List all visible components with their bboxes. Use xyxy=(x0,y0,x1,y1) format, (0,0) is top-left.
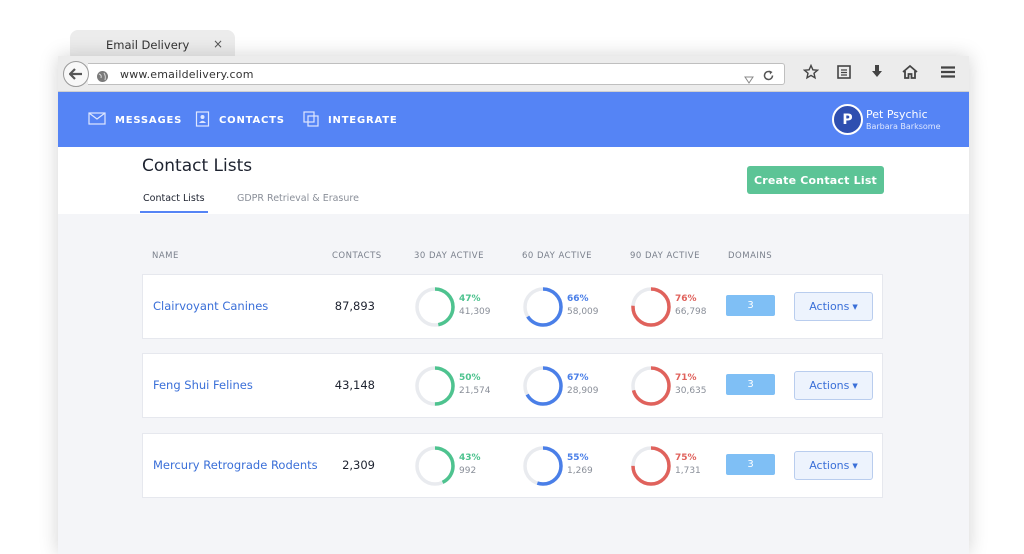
count-60-day: 28,909 xyxy=(567,386,599,396)
app-header: MESSAGES CONTACTS INTEGRATE P Pet Psychi… xyxy=(58,92,969,147)
ring-90-day xyxy=(631,287,671,327)
menu-icon[interactable] xyxy=(940,64,956,84)
ring-60-day xyxy=(523,446,563,486)
nav-integrate-label: INTEGRATE xyxy=(328,114,398,126)
ring-30-day xyxy=(415,446,455,486)
count-90-day: 30,635 xyxy=(675,386,707,396)
account-name[interactable]: Pet Psychic xyxy=(866,108,928,121)
actions-dropdown-button[interactable]: Actions ▼ xyxy=(794,292,873,321)
domains-badge[interactable]: 3 xyxy=(726,454,775,475)
reader-list-icon[interactable] xyxy=(836,64,852,84)
header-name: NAME xyxy=(152,251,179,261)
pct-30-day: 47% xyxy=(459,294,481,304)
home-icon[interactable] xyxy=(902,64,918,84)
count-30-day: 21,574 xyxy=(459,386,491,396)
nav-messages[interactable]: MESSAGES xyxy=(88,112,182,128)
envelope-icon xyxy=(88,112,115,128)
header-domains: DOMAINS xyxy=(728,251,773,261)
header-60-day: 60 DAY ACTIVE xyxy=(522,251,592,261)
ring-90-day xyxy=(631,366,671,406)
browser-window: www.emaildelivery.com MESSAGES CONTACTS … xyxy=(58,56,969,554)
pct-30-day: 50% xyxy=(459,373,481,383)
pct-90-day: 71% xyxy=(675,373,697,383)
actions-label: Actions xyxy=(809,379,850,392)
header-contacts: CONTACTS xyxy=(332,251,382,261)
count-60-day: 58,009 xyxy=(567,307,599,317)
actions-dropdown-button[interactable]: Actions ▼ xyxy=(794,371,873,400)
caret-down-icon: ▼ xyxy=(852,381,858,390)
reload-icon[interactable] xyxy=(762,67,775,86)
nav-messages-label: MESSAGES xyxy=(115,114,183,126)
url-text[interactable]: www.emaildelivery.com xyxy=(120,68,254,81)
contact-book-icon xyxy=(195,110,219,130)
domains-badge[interactable]: 3 xyxy=(726,295,775,316)
integrate-icon xyxy=(303,110,328,130)
pct-90-day: 75% xyxy=(675,453,697,463)
ring-60-day xyxy=(523,366,563,406)
contacts-count: 87,893 xyxy=(334,299,375,313)
count-60-day: 1,269 xyxy=(567,466,593,476)
header-30-day: 30 DAY ACTIVE xyxy=(414,251,484,261)
table-row: Clairvoyant Canines 87,893 47% 41,309 66… xyxy=(142,274,883,339)
count-90-day: 66,798 xyxy=(675,307,707,317)
page-title: Contact Lists xyxy=(142,156,253,176)
download-icon[interactable] xyxy=(869,64,885,84)
nav-contacts[interactable]: CONTACTS xyxy=(195,110,285,130)
caret-down-icon: ▼ xyxy=(852,461,858,470)
actions-label: Actions xyxy=(809,300,850,313)
star-icon[interactable] xyxy=(802,63,820,84)
browser-tab-title: Email Delivery xyxy=(106,38,190,52)
tab-gdpr[interactable]: GDPR Retrieval & Erasure xyxy=(237,193,359,204)
ring-60-day xyxy=(523,287,563,327)
active-tab-indicator xyxy=(140,211,208,213)
back-arrow-icon xyxy=(68,65,83,84)
contacts-count: 43,148 xyxy=(334,378,375,392)
header-90-day: 90 DAY ACTIVE xyxy=(630,251,700,261)
globe-icon xyxy=(96,68,109,87)
count-30-day: 41,309 xyxy=(459,307,491,317)
domains-badge[interactable]: 3 xyxy=(726,374,775,395)
table-row: Mercury Retrograde Rodents 2,309 43% 992… xyxy=(142,433,883,498)
contact-list-name[interactable]: Mercury Retrograde Rodents xyxy=(153,458,318,472)
actions-label: Actions xyxy=(809,459,850,472)
browser-toolbar: www.emaildelivery.com xyxy=(58,56,969,92)
url-dropdown-icon[interactable] xyxy=(744,69,754,88)
contacts-count: 2,309 xyxy=(342,458,375,472)
back-button[interactable] xyxy=(63,61,89,87)
nav-integrate[interactable]: INTEGRATE xyxy=(303,110,398,130)
caret-down-icon: ▼ xyxy=(852,302,858,311)
table-row: Feng Shui Felines 43,148 50% 21,574 67% … xyxy=(142,353,883,418)
actions-dropdown-button[interactable]: Actions ▼ xyxy=(794,451,873,480)
ring-30-day xyxy=(415,366,455,406)
ring-30-day xyxy=(415,287,455,327)
pct-30-day: 43% xyxy=(459,453,481,463)
tab-close-icon[interactable]: × xyxy=(213,37,223,51)
pct-60-day: 55% xyxy=(567,453,589,463)
tab-contact-lists[interactable]: Contact Lists xyxy=(143,193,205,204)
page-header: Contact Lists Contact Lists GDPR Retriev… xyxy=(58,147,969,214)
address-bar[interactable]: www.emaildelivery.com xyxy=(88,63,785,85)
avatar[interactable]: P xyxy=(832,104,863,135)
contact-list-name[interactable]: Clairvoyant Canines xyxy=(153,299,268,313)
account-user: Barbara Barksome xyxy=(866,122,941,131)
create-contact-list-button[interactable]: Create Contact List xyxy=(747,166,884,194)
contact-list-name[interactable]: Feng Shui Felines xyxy=(153,378,253,392)
pct-90-day: 76% xyxy=(675,294,697,304)
count-30-day: 992 xyxy=(459,466,477,476)
pct-60-day: 66% xyxy=(567,294,589,304)
ring-90-day xyxy=(631,446,671,486)
nav-contacts-label: CONTACTS xyxy=(219,114,285,126)
count-90-day: 1,731 xyxy=(675,466,701,476)
pct-60-day: 67% xyxy=(567,373,589,383)
